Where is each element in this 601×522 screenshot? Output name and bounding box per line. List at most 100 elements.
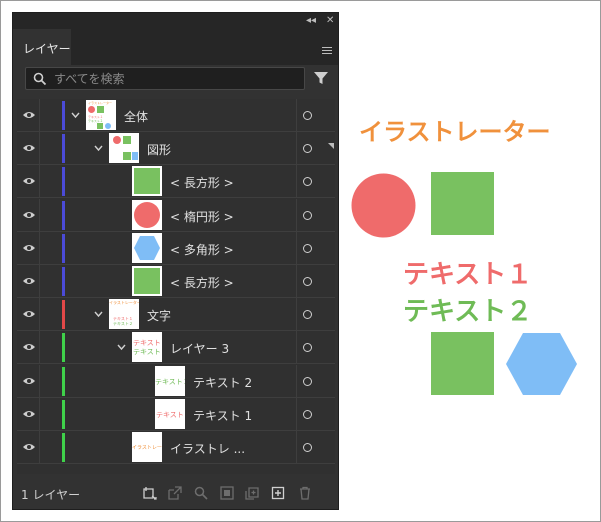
target-circle-icon[interactable] xyxy=(303,243,312,253)
target-circle-icon[interactable] xyxy=(303,177,312,187)
tab-layers[interactable]: レイヤー xyxy=(13,29,71,65)
layer-row[interactable]: < 多角形 > xyxy=(17,231,335,265)
layer-name: < 多角形 > xyxy=(170,242,234,257)
make-clipping-mask-icon[interactable] xyxy=(220,486,234,500)
eye-icon[interactable] xyxy=(22,441,36,453)
thumb-text-1: テキスト１ xyxy=(156,410,185,419)
chevron-down-icon[interactable] xyxy=(94,311,103,318)
export-icon[interactable] xyxy=(168,486,182,500)
target-circle-icon[interactable] xyxy=(303,443,312,452)
layer-row[interactable]: < 長方形 > xyxy=(17,265,335,298)
layer-row[interactable]: イラストレーター イラストレ ... xyxy=(17,431,335,464)
artboard-red-circle[interactable] xyxy=(351,173,416,238)
layer-thumbnail: イラストレーター テキスト１ テキスト２ xyxy=(86,100,116,130)
target-circle-icon[interactable] xyxy=(303,277,312,286)
layers-list: イラストレーター テキスト１ テキスト２ 全体 図形 < 長方形 > < 楕円形 > < 多角… xyxy=(17,99,335,474)
layer-name: < 楕円形 > xyxy=(170,209,234,224)
layer-thumbnail xyxy=(132,199,162,230)
close-panel-button[interactable]: ✕ xyxy=(326,14,334,27)
layer-name: テキスト 2 xyxy=(193,375,253,390)
eye-icon[interactable] xyxy=(22,341,36,353)
eye-icon[interactable] xyxy=(22,275,36,287)
layer-color-indicator xyxy=(62,333,65,363)
chevron-down-icon[interactable] xyxy=(94,145,103,152)
visibility-column-divider xyxy=(39,99,40,131)
artboard-green-rect-bottom[interactable] xyxy=(431,332,494,395)
layer-color-indicator xyxy=(62,233,65,263)
filter-icon[interactable] xyxy=(313,70,329,86)
layer-name: テキスト 1 xyxy=(193,408,253,423)
target-column-divider xyxy=(296,265,297,297)
artboard-blue-hexagon[interactable] xyxy=(505,332,578,396)
layer-thumbnail: テキスト１テキスト２ xyxy=(132,332,162,363)
layer-row[interactable]: イラストレーター テキスト１ テキスト２ 全体 xyxy=(17,99,335,132)
layers-panel: ◂◂ ✕ レイヤー イラストレーターテキスト１テキスト２全体図形< 長方形 ><… xyxy=(12,12,339,510)
target-column-divider xyxy=(296,198,297,231)
thumb-text-2: テキスト２ xyxy=(133,348,162,357)
chevron-down-icon[interactable] xyxy=(71,112,80,119)
new-layer-icon[interactable] xyxy=(271,486,285,500)
target-column-divider xyxy=(296,397,297,430)
locate-object-icon[interactable] xyxy=(194,486,208,500)
artboard-green-rect-top[interactable] xyxy=(431,172,494,235)
layer-thumbnail: イラストレーター テキスト１ テキスト２ xyxy=(109,299,139,330)
eye-icon[interactable] xyxy=(22,308,36,320)
layer-name: イラストレ ... xyxy=(170,442,246,456)
new-sublayer-icon[interactable] xyxy=(245,486,259,500)
eye-icon[interactable] xyxy=(22,209,36,221)
target-circle-icon[interactable] xyxy=(303,409,312,419)
layer-thumbnail: イラストレーター xyxy=(132,432,162,462)
layer-color-indicator xyxy=(62,167,65,197)
panel-footer: 1 レイヤー xyxy=(13,479,338,509)
collect-for-export-icon[interactable] xyxy=(143,486,157,500)
layer-row[interactable]: テキスト２ テキスト 2 xyxy=(17,364,335,398)
layer-row[interactable]: < 長方形 > xyxy=(17,165,335,199)
layer-name: 図形 xyxy=(147,143,172,158)
thumb-title-text: イラストレーター xyxy=(109,300,139,306)
artboard-title-text[interactable]: イラストレーター xyxy=(359,112,551,147)
eye-icon[interactable] xyxy=(22,142,36,154)
target-circle-icon[interactable] xyxy=(303,310,312,320)
layer-thumbnail xyxy=(132,266,162,296)
artboard-text-1[interactable]: テキスト１ xyxy=(403,254,532,291)
target-circle-icon[interactable] xyxy=(303,111,312,120)
search-input[interactable] xyxy=(54,69,300,88)
target-circle-icon[interactable] xyxy=(303,210,312,220)
target-circle-icon[interactable] xyxy=(303,144,312,154)
layer-color-indicator xyxy=(62,399,65,429)
eye-icon[interactable] xyxy=(22,375,36,387)
layer-color-indicator xyxy=(62,134,65,164)
layer-color-indicator xyxy=(62,366,65,396)
eye-icon[interactable] xyxy=(22,109,36,121)
eye-icon[interactable] xyxy=(22,408,36,420)
panel-menu-icon[interactable] xyxy=(320,45,334,57)
eye-icon[interactable] xyxy=(22,242,36,254)
visibility-column-divider xyxy=(39,331,40,364)
tab-bar: レイヤー xyxy=(13,29,338,65)
thumb-text-2: テキスト２ xyxy=(155,377,185,386)
search-icon xyxy=(33,72,47,86)
target-column-divider xyxy=(296,298,297,331)
visibility-column-divider xyxy=(39,132,40,165)
target-circle-icon[interactable] xyxy=(303,343,312,353)
delete-layer-icon[interactable] xyxy=(298,486,312,500)
visibility-column-divider xyxy=(39,165,40,198)
layer-row[interactable]: 図形 xyxy=(17,132,335,166)
target-column-divider xyxy=(296,132,297,165)
thumb-title-text: イラストレーター xyxy=(88,101,112,105)
layer-row[interactable]: < 楕円形 > xyxy=(17,198,335,232)
layer-color-indicator xyxy=(62,200,65,230)
target-column-divider xyxy=(296,331,297,364)
eye-icon[interactable] xyxy=(22,175,36,187)
target-column-divider xyxy=(296,231,297,264)
layer-thumbnail xyxy=(109,133,139,164)
artboard-text-2[interactable]: テキスト２ xyxy=(403,291,532,328)
layer-row[interactable]: テキスト１ テキスト 1 xyxy=(17,397,335,431)
target-column-divider xyxy=(296,165,297,198)
collapse-panel-button[interactable]: ◂◂ xyxy=(306,14,316,27)
layer-row[interactable]: イラストレーター テキスト１ テキスト２ 文字 xyxy=(17,298,335,332)
layer-row[interactable]: テキスト１テキスト２ レイヤー 3 xyxy=(17,331,335,365)
chevron-down-icon[interactable] xyxy=(117,344,126,351)
target-circle-icon[interactable] xyxy=(303,376,312,386)
layer-name: 全体 xyxy=(124,110,149,124)
